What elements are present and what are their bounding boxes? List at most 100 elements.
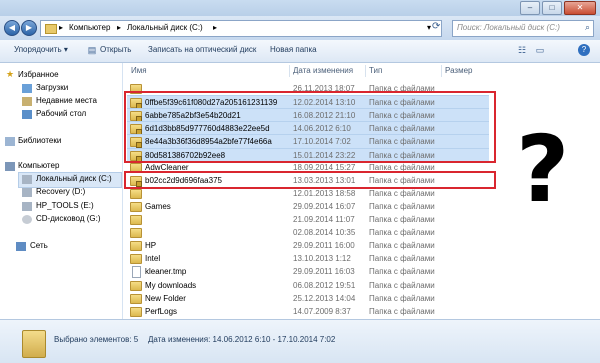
file-row[interactable]: New Folder 25.12.2013 14:04 Папка с файлам… <box>127 292 489 305</box>
file-type: Папка с файлами <box>369 254 435 264</box>
file-row[interactable]: 21.09.2014 11:07 Папка с файлами <box>127 213 489 226</box>
column-size[interactable]: Размер <box>445 66 473 75</box>
burn-button[interactable]: Записать на оптический диск <box>148 45 256 54</box>
close-button[interactable]: ✕ <box>564 1 596 15</box>
file-type: Папка с файлами <box>369 267 435 277</box>
file-row[interactable]: kleaner.tmp 29.09.2011 16:03 Папка с файла… <box>127 265 489 279</box>
file-date: 29.09.2011 16:00 <box>293 241 355 251</box>
column-divider <box>365 65 366 77</box>
file-date: 29.09.2011 16:03 <box>293 267 355 277</box>
minimize-button[interactable]: – <box>520 1 540 15</box>
file-type: Папка с файлами <box>369 188 435 198</box>
file-date: 21.09.2014 11:07 <box>293 215 355 224</box>
desktop-icon <box>22 110 32 119</box>
status-date-range: Дата изменения: 14.06.2012 6:10 - 17.10.… <box>148 335 336 344</box>
folder-icon <box>22 330 46 358</box>
file-type: Папка с файлами <box>369 201 435 211</box>
sidebar-item-network[interactable]: Сеть <box>30 241 48 250</box>
file-date: 29.09.2014 16:07 <box>293 201 356 211</box>
folder-icon <box>130 201 142 212</box>
network-icon <box>16 242 26 251</box>
open-icon: ▤ <box>87 45 97 55</box>
file-date: 12.01.2013 18:58 <box>293 188 356 198</box>
folder-icon <box>130 254 142 265</box>
recent-places-icon <box>22 97 32 106</box>
sidebar-item-drive-c[interactable]: Локальный диск (C:) <box>36 174 112 183</box>
new-folder-button[interactable]: Новая папка <box>270 45 317 54</box>
folder-icon <box>130 215 142 225</box>
view-options-icon[interactable]: ☷ <box>516 44 528 56</box>
highlight-box <box>124 91 496 163</box>
star-icon: ★ <box>6 69 15 79</box>
file-name: Games <box>145 201 171 211</box>
file-row[interactable]: HP 29.09.2011 16:00 Папка с файлами <box>127 239 489 252</box>
question-mark: ? <box>516 116 570 223</box>
file-date: 06.08.2012 19:51 <box>293 280 356 290</box>
search-icon[interactable]: ⌕ <box>585 22 590 33</box>
back-button[interactable]: ◀ <box>4 20 20 36</box>
drive-icon <box>22 188 32 197</box>
file-date: 13.10.2013 1:12 <box>293 254 351 264</box>
sidebar-item-drive-g[interactable]: CD-дисковод (G:) <box>36 214 101 223</box>
breadcrumb-separator: ▸ <box>59 23 64 32</box>
sidebar-item-desktop[interactable]: Рабочий стол <box>36 109 86 118</box>
file-row[interactable]: Games 29.09.2014 16:07 Папка с файлами <box>127 200 489 213</box>
address-dropdown-icon[interactable]: ▾ <box>427 23 431 32</box>
breadcrumb-computer[interactable]: Компьютер <box>69 23 110 32</box>
help-icon[interactable]: ? <box>578 44 590 56</box>
address-row: ◀ ▶ ▸ Компьютер ▸ Локальный диск (C:) ▸ … <box>0 16 600 40</box>
folder-icon <box>130 188 142 199</box>
breadcrumb-local-disk[interactable]: Локальный диск (C:) <box>127 23 203 32</box>
file-row[interactable]: Intel 13.10.2013 1:12 Папка с файлами <box>127 252 489 265</box>
column-date[interactable]: Дата изменения <box>293 66 353 75</box>
file-name: kleaner.tmp <box>145 267 187 277</box>
window-controls: – □ ✕ <box>520 1 596 15</box>
downloads-icon <box>22 84 32 93</box>
search-input[interactable]: Поиск: Локальный диск (C:) ⌕ <box>452 20 594 37</box>
file-type: Папка с файлами <box>369 215 435 224</box>
file-name: New Folder <box>145 293 186 303</box>
column-name[interactable]: Имя <box>131 66 147 75</box>
file-name: HP <box>145 241 157 251</box>
drive-icon <box>22 175 32 184</box>
sidebar-item-computer[interactable]: Компьютер <box>18 161 59 170</box>
libraries-icon <box>5 137 15 146</box>
refresh-icon[interactable]: ⟳ <box>432 21 440 32</box>
sidebar-item-drive-e[interactable]: HP_TOOLS (E:) <box>36 201 94 210</box>
folder-icon <box>130 293 142 304</box>
open-button[interactable]: Открыть <box>100 45 131 54</box>
file-name: PerfLogs <box>145 306 178 316</box>
sidebar-item-recent[interactable]: Недавние места <box>36 96 97 105</box>
file-type: Папка с файлами <box>369 241 435 251</box>
file-date: 14.07.2009 8:37 <box>293 306 351 316</box>
file-date: 02.08.2014 10:35 <box>293 228 356 238</box>
column-divider <box>289 65 290 77</box>
file-row[interactable]: PerfLogs 14.07.2009 8:37 Папка с файлами <box>127 305 489 318</box>
status-selected-count: Выбрано элементов: 5 <box>54 335 139 344</box>
folder-icon <box>130 280 142 291</box>
sidebar-item-favorites[interactable]: Избранное <box>18 70 59 79</box>
address-bar[interactable]: ▸ Компьютер ▸ Локальный диск (C:) ▸ ▾ <box>40 20 442 37</box>
file-name: My downloads <box>145 280 197 290</box>
folder-icon <box>130 306 142 317</box>
drive-icon <box>22 202 32 211</box>
title-bar: – □ ✕ <box>0 0 600 16</box>
folder-icon <box>130 241 142 252</box>
organize-button[interactable]: Упорядочить ▾ <box>14 45 68 54</box>
file-row[interactable]: 02.08.2014 10:35 Папка с файлами <box>127 226 489 239</box>
sidebar-item-drive-d[interactable]: Recovery (D:) <box>36 187 85 196</box>
forward-button[interactable]: ▶ <box>21 20 37 36</box>
preview-pane-icon[interactable]: ▭ <box>534 44 546 56</box>
file-row[interactable]: My downloads 06.08.2012 19:51 Папка с файл… <box>127 279 489 292</box>
cd-drive-icon <box>22 215 32 224</box>
file-date: 25.12.2013 14:04 <box>293 293 356 303</box>
maximize-button[interactable]: □ <box>542 1 562 15</box>
sidebar-item-libraries[interactable]: Библиотеки <box>18 136 61 145</box>
highlight-box <box>124 171 496 189</box>
column-type[interactable]: Тип <box>369 66 382 75</box>
search-placeholder: Поиск: Локальный диск (C:) <box>457 23 560 32</box>
file-name: Intel <box>145 254 161 264</box>
file-icon <box>132 266 141 279</box>
sidebar-item-downloads[interactable]: Загрузки <box>36 83 68 92</box>
file-type: Папка с файлами <box>369 293 435 303</box>
